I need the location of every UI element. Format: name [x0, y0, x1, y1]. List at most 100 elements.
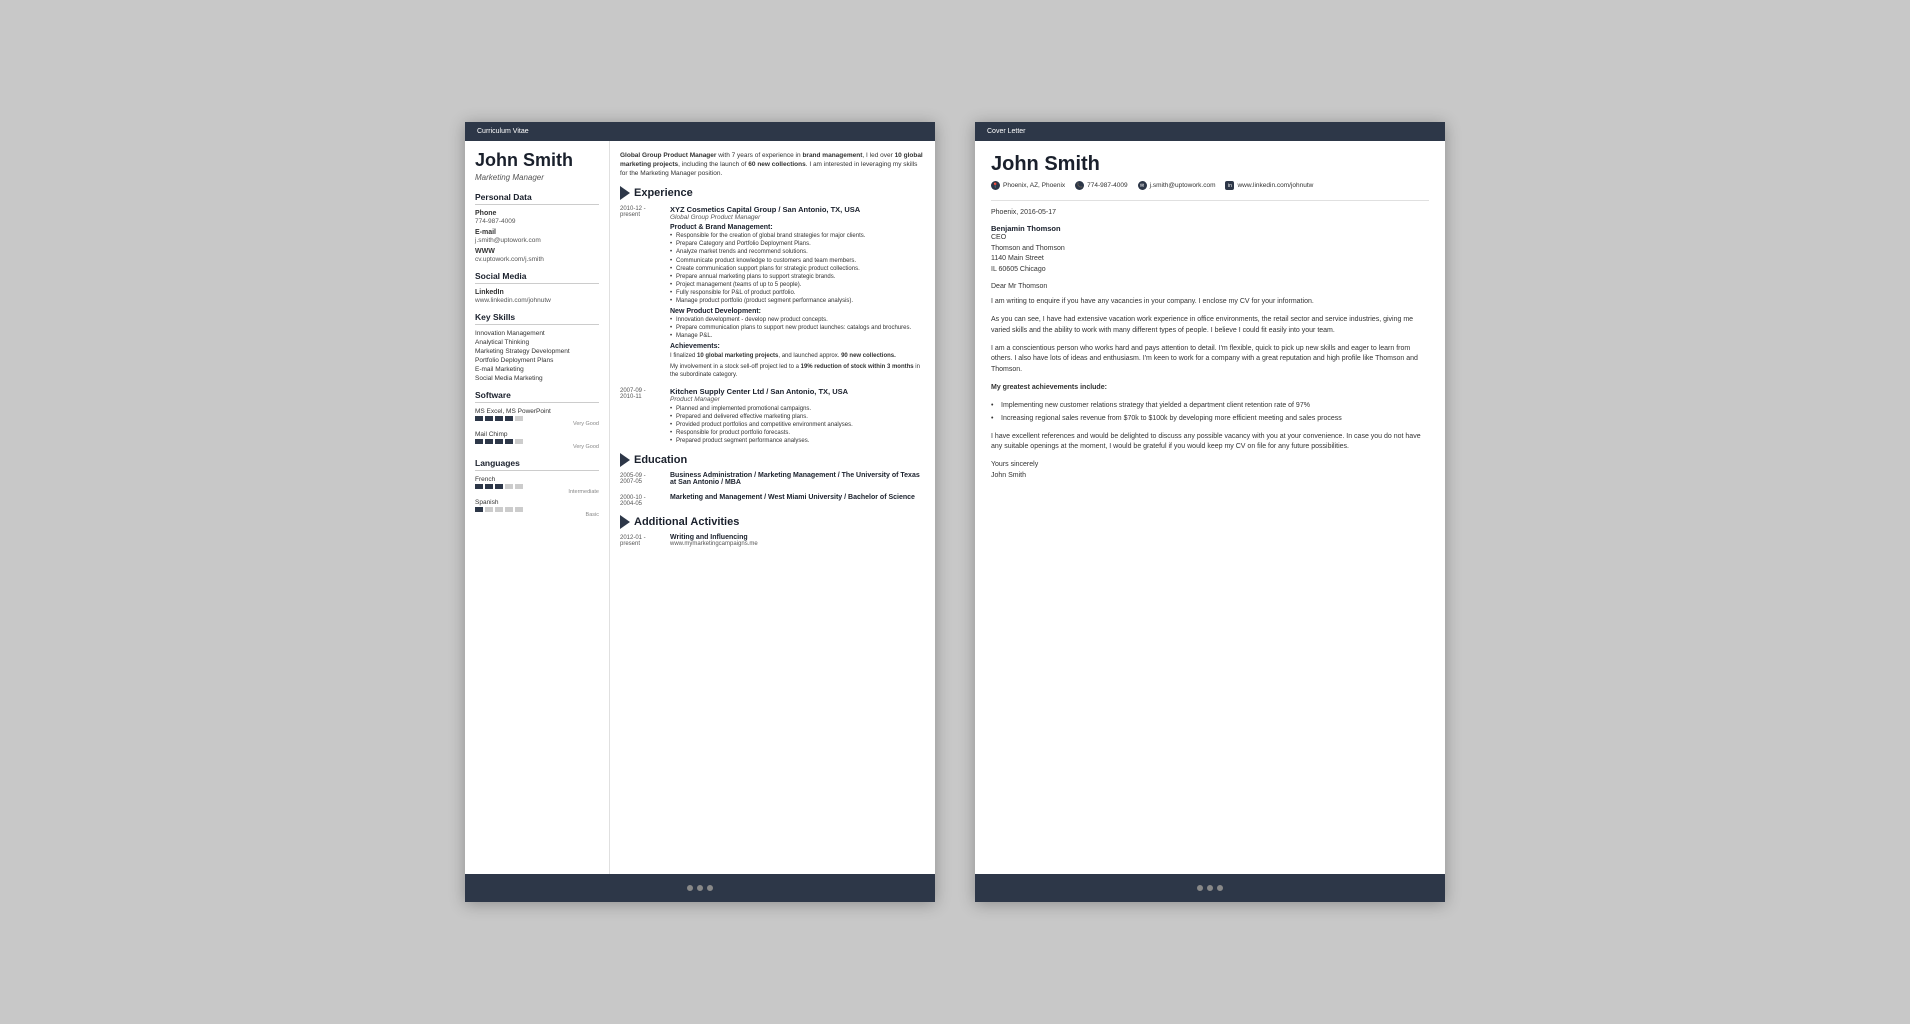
job-1-bullet-11: Prepare communication plans to support n… [670, 324, 925, 332]
dot-3 [495, 439, 503, 444]
contact-location: 📍 Phoenix, AZ, Phoenix [991, 181, 1065, 190]
lang-spanish: Spanish Basic [475, 499, 599, 518]
dot-3 [495, 507, 503, 512]
experience-section-title: Experience [620, 186, 925, 200]
cover-para-2: As you can see, I have had extensive vac… [991, 315, 1429, 337]
recipient-address: 1140 Main Street [991, 254, 1429, 265]
skill-email: E-mail Marketing [475, 366, 599, 373]
french-level: Intermediate [475, 489, 599, 495]
job-1-section-npd: New Product Development: [670, 308, 925, 315]
cv-main-content: Global Group Product Manager with 7 year… [610, 141, 935, 874]
skill-thinking: Analytical Thinking [475, 339, 599, 346]
dot-5 [515, 484, 523, 489]
experience-title-text: Experience [634, 187, 693, 199]
software-excel-level: Very Good [475, 421, 599, 427]
activity-1-title: Writing and Influencing [670, 534, 925, 541]
job-entry-1: 2010-12 -present XYZ Cosmetics Capital G… [620, 205, 925, 378]
recipient-title: CEO [991, 233, 1429, 244]
contact-linkedin: in www.linkedin.com/johnutw [1225, 181, 1313, 190]
software-title: Software [475, 390, 599, 403]
achievements-bold: My greatest achievements include: [991, 384, 1107, 391]
job-2-title: Product Manager [670, 396, 925, 403]
activities-arrow [620, 515, 630, 529]
edu-2-content: Marketing and Management / West Miami Un… [670, 494, 925, 507]
job-2-company: Kitchen Supply Center Ltd / San Antonio,… [670, 387, 925, 396]
skills-list: Innovation Management Analytical Thinkin… [475, 330, 599, 382]
dot-5 [515, 416, 523, 421]
job-2-bullet-5: Prepared product segment performance ana… [670, 437, 925, 445]
job-2-content: Kitchen Supply Center Ltd / San Antonio,… [670, 387, 925, 445]
job-1-bullet-9: Manage product portfolio (product segmen… [670, 297, 925, 305]
cv-name: John Smith [475, 151, 599, 171]
social-media-title: Social Media [475, 271, 599, 284]
dot-4 [505, 484, 513, 489]
education-title-text: Education [634, 454, 687, 466]
activities-section-title: Additional Activities [620, 515, 925, 529]
job-1-date: 2010-12 -present [620, 205, 665, 378]
activity-1-url: www.mymarketingcampaigns.me [670, 541, 925, 547]
phone-label: Phone [475, 210, 599, 217]
dot-1 [475, 507, 483, 512]
key-skills-title: Key Skills [475, 312, 599, 325]
job-entry-2: 2007-09 -2010-11 Kitchen Supply Center L… [620, 387, 925, 445]
edu-2-date: 2000-10 -2004-05 [620, 494, 665, 507]
recipient-company: Thomson and Thomson [991, 244, 1429, 255]
edu-1-degree: Business Administration / Marketing Mana… [670, 472, 925, 486]
cover-footer [975, 874, 1445, 902]
dot-3 [495, 416, 503, 421]
activity-entry-1: 2012-01 -present Writing and Influencing… [620, 534, 925, 547]
job-1-section-brand: Product & Brand Management: [670, 224, 925, 231]
phone-icon: 📞 [1075, 181, 1084, 190]
job-1-bullet-4: Communicate product knowledge to custome… [670, 257, 925, 265]
activities-title-text: Additional Activities [634, 516, 739, 528]
job-1-bullet-1: Responsible for the creation of global b… [670, 232, 925, 240]
edu-entry-2: 2000-10 -2004-05 Marketing and Managemen… [620, 494, 925, 507]
edu-entry-1: 2005-09 -2007-05 Business Administration… [620, 472, 925, 486]
dot-5 [515, 439, 523, 444]
cover-para-1: I am writing to enquire if you have any … [991, 297, 1429, 308]
job-1-achievements-title: Achievements: [670, 343, 925, 350]
location-text: Phoenix, AZ, Phoenix [1003, 182, 1065, 189]
dot-3 [495, 484, 503, 489]
cover-achievement-2: Increasing regional sales revenue from $… [991, 414, 1429, 425]
footer-dot-1 [1197, 885, 1203, 891]
dot-2 [485, 484, 493, 489]
job-2-bullet-4: Responsible for product portfolio foreca… [670, 429, 925, 437]
footer-dot-2 [697, 885, 703, 891]
cover-email-text: j.smith@uptowork.com [1150, 182, 1216, 189]
edu-1-date: 2005-09 -2007-05 [620, 472, 665, 486]
cover-body: John Smith 📍 Phoenix, AZ, Phoenix 📞 774-… [975, 141, 1445, 874]
footer-dot-3 [1217, 885, 1223, 891]
edu-1-content: Business Administration / Marketing Mana… [670, 472, 925, 486]
skill-innovation: Innovation Management [475, 330, 599, 337]
dot-1 [475, 416, 483, 421]
job-1-achievement-1: I finalized 10 global marketing projects… [670, 352, 925, 360]
job-1-bullet-5: Create communication support plans for s… [670, 265, 925, 273]
cv-job-title: Marketing Manager [475, 173, 599, 182]
cover-divider [991, 200, 1429, 201]
cover-linkedin-text: www.linkedin.com/johnutw [1237, 182, 1313, 189]
cover-header-label: Cover Letter [987, 128, 1026, 135]
email-value: j.smith@uptowork.com [475, 237, 599, 244]
job-1-bullet-3: Analyze market trends and recommend solu… [670, 248, 925, 256]
education-section-title: Education [620, 453, 925, 467]
linkedin-label: LinkedIn [475, 289, 599, 296]
cover-closing-para: I have excellent references and would be… [991, 432, 1429, 454]
email-icon: ✉ [1138, 181, 1147, 190]
job-2-bullet-1: Planned and implemented promotional camp… [670, 405, 925, 413]
experience-arrow [620, 186, 630, 200]
dot-2 [485, 416, 493, 421]
cover-contact: 📍 Phoenix, AZ, Phoenix 📞 774-987-4009 ✉ … [991, 181, 1429, 190]
dot-4 [505, 507, 513, 512]
skill-portfolio: Portfolio Deployment Plans [475, 357, 599, 364]
www-label: WWW [475, 248, 599, 255]
job-1-achievement-2: My involvement in a stock sell-off proje… [670, 363, 925, 379]
job-1-company: XYZ Cosmetics Capital Group / San Antoni… [670, 205, 925, 214]
job-1-bullet-8: Fully responsible for P&L of product por… [670, 289, 925, 297]
job-2-bullet-3: Provided product portfolios and competit… [670, 421, 925, 429]
cover-closing: Yours sincerely [991, 461, 1429, 468]
contact-email: ✉ j.smith@uptowork.com [1138, 181, 1216, 190]
languages-title: Languages [475, 458, 599, 471]
dot-1 [475, 484, 483, 489]
recipient-name: Benjamin Thomson [991, 224, 1429, 233]
